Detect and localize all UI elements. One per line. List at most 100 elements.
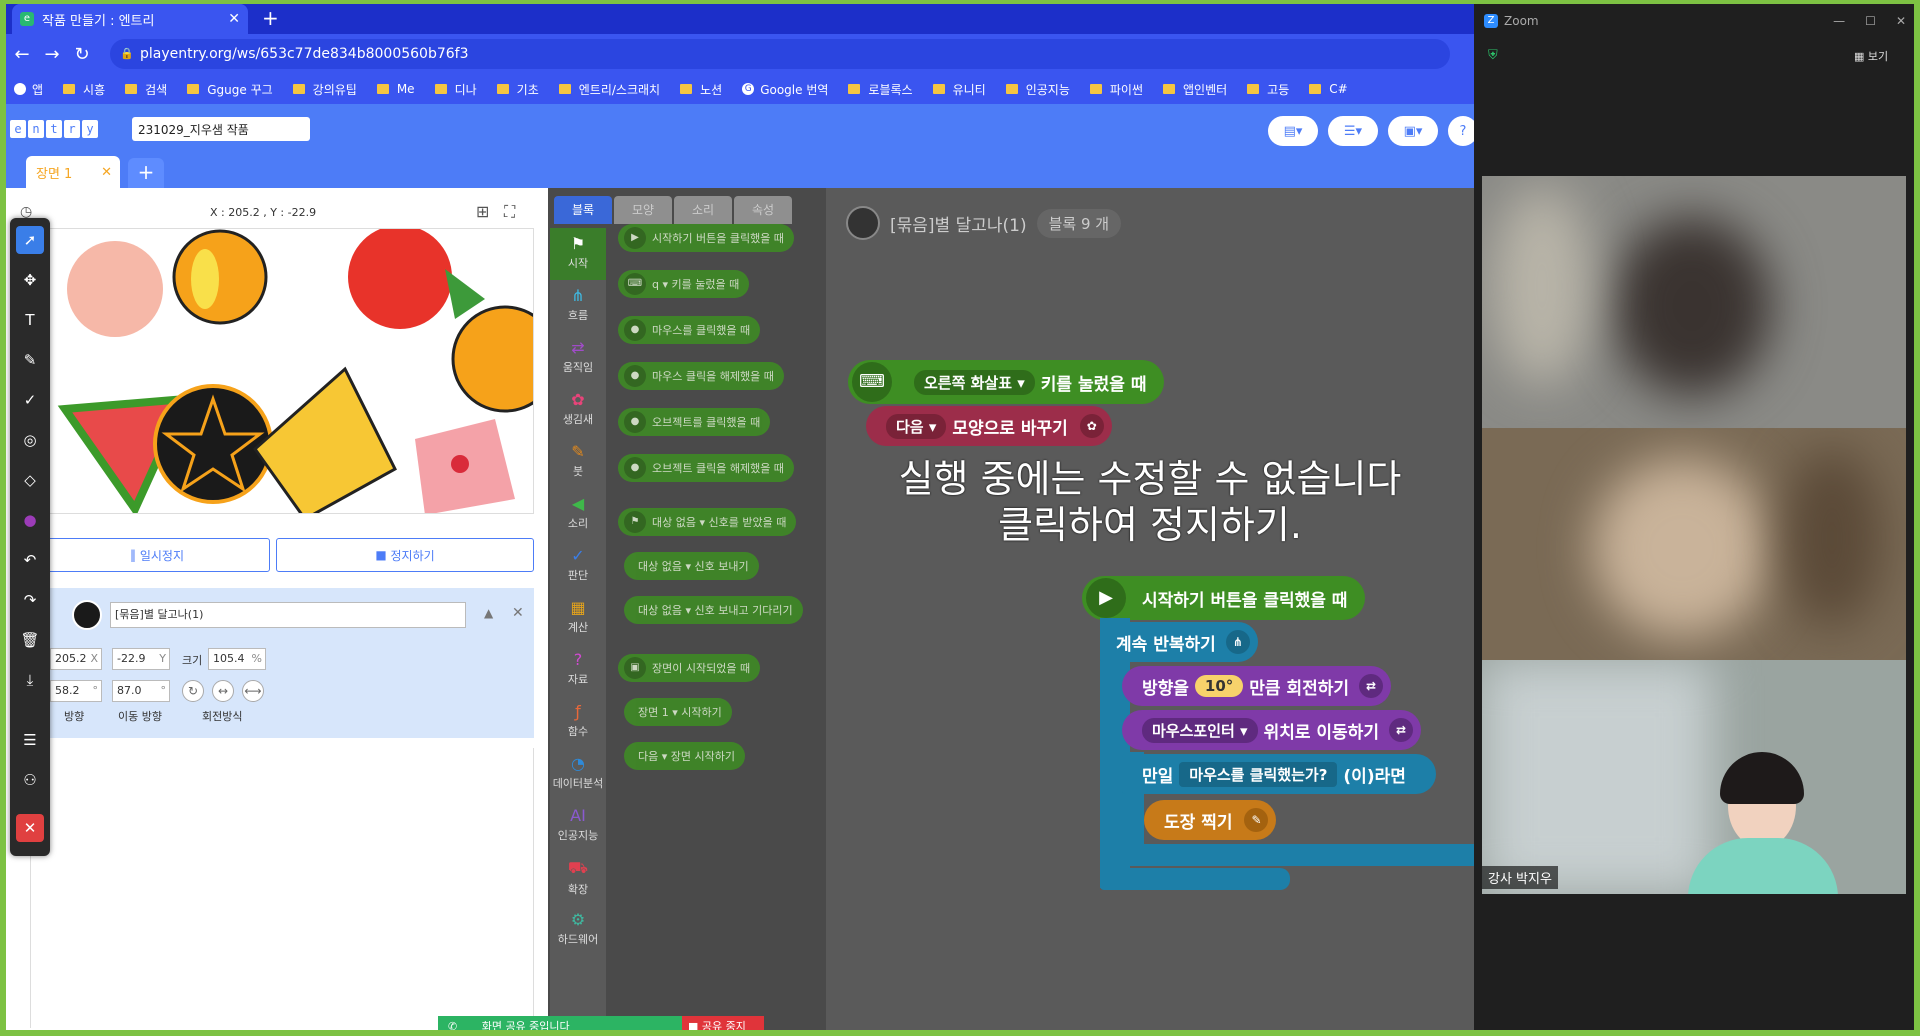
palette-tab[interactable]: 블록 <box>554 196 612 224</box>
close-scene-icon[interactable]: ✕ <box>101 165 112 180</box>
bookmark-item[interactable]: 인공지능 <box>1005 81 1070 98</box>
category-9[interactable]: ƒ 함수 <box>550 696 606 748</box>
bookmark-item[interactable]: 앱인벤터 <box>1163 81 1227 98</box>
project-name-input[interactable] <box>132 117 310 141</box>
delete-object-icon[interactable]: ✕ <box>512 605 524 621</box>
palette-block[interactable]: 대상 없음 ▾ 신호 보내기 <box>624 552 759 580</box>
help-button[interactable]: ? <box>1448 116 1474 146</box>
rotate-none-icon[interactable]: ⟷ <box>242 680 264 702</box>
palette-block[interactable]: ● 마우스를 클릭했을 때 <box>618 316 761 344</box>
category-8[interactable]: ? 자료 <box>550 644 606 696</box>
key-dropdown[interactable]: 오른쪽 화살표 ▾ <box>914 369 1035 395</box>
bookmark-item[interactable]: 기초 <box>496 81 539 98</box>
maximize-icon[interactable]: ☐ <box>1865 14 1876 28</box>
palette-block[interactable]: ▶ 시작하기 버튼을 클릭했을 때 <box>618 224 794 252</box>
check-tool-icon[interactable]: ✓ <box>16 386 44 414</box>
category-4[interactable]: ✎ 붓 <box>550 436 606 488</box>
category-5[interactable]: ◀ 소리 <box>550 488 606 540</box>
repeat-block[interactable]: 계속 반복하기 ⋔ <box>1100 622 1258 662</box>
back-arrow-icon[interactable]: ← <box>14 44 30 65</box>
object-name-field[interactable]: [묶음]별 달고나(1) <box>110 602 466 628</box>
menu-button[interactable]: ☰▾ <box>1328 116 1378 146</box>
running-overlay[interactable]: 실행 중에는 수정할 수 없습니다 클릭하여 정지하기. <box>826 456 1474 548</box>
rotate-horizontal-icon[interactable]: ↔ <box>212 680 234 702</box>
palette-block[interactable]: 장면 1 ▾ 시작하기 <box>624 698 732 726</box>
eraser-tool-icon[interactable]: ◇ <box>16 466 44 494</box>
bookmark-item[interactable]: Gguge 꾸그 <box>187 81 273 98</box>
palette-block[interactable]: ● 오브젝트를 클릭했을 때 <box>618 408 771 436</box>
pen-tool-icon[interactable]: ✎ <box>16 346 44 374</box>
close-window-icon[interactable]: ✕ <box>1896 14 1906 28</box>
pointer-tool-icon[interactable]: ➚ <box>16 226 44 254</box>
bookmark-item[interactable]: G Google 번역 <box>742 81 828 98</box>
palette-block[interactable]: ● 마우스 클릭을 해제했을 때 <box>618 362 784 390</box>
shape-dropdown[interactable]: 다음 ▾ <box>886 413 947 439</box>
x-field[interactable]: 205.2 X <box>50 648 102 670</box>
bookmark-item[interactable]: 검색 <box>125 81 167 98</box>
scene-tab[interactable]: 장면 1 ✕ <box>26 156 120 188</box>
object-thumbnail[interactable] <box>72 600 102 630</box>
bookmark-item[interactable]: Me <box>376 82 415 96</box>
bookmark-item[interactable]: 엔트리/스크래치 <box>558 81 660 98</box>
category-10[interactable]: ◔ 데이터분석 <box>550 748 606 800</box>
size-field[interactable]: 105.4 % <box>208 648 266 670</box>
category-7[interactable]: ▦ 계산 <box>550 592 606 644</box>
key-event-block[interactable]: ⌨ 오른쪽 화살표 ▾ 키를 눌렀을 때 <box>848 360 1165 404</box>
move-to-block[interactable]: 마우스포인터 ▾ 위치로 이동하기 ⇄ <box>1122 710 1421 750</box>
grid-icon[interactable]: ⊞ <box>476 202 489 221</box>
stop-share-button[interactable]: ■ 공유 중지 <box>682 1016 764 1036</box>
text-tool-icon[interactable]: T <box>16 306 44 334</box>
palette-block[interactable]: ● 오브젝트 클릭을 해제했을 때 <box>618 454 794 482</box>
url-field[interactable]: 🔒 playentry.org/ws/653c77de834b8000560b76… <box>110 39 1450 69</box>
direction-field[interactable]: 58.2 ° <box>50 680 102 702</box>
video-tile-2[interactable] <box>1482 428 1906 660</box>
category-13[interactable]: ⚙ 하드웨어 <box>550 904 606 956</box>
bookmark-item[interactable]: 로블록스 <box>848 81 913 98</box>
category-3[interactable]: ✿ 생김새 <box>550 384 606 436</box>
palette-block[interactable]: ⌨ q ▾ 키를 눌렀을 때 <box>618 270 750 298</box>
if-block[interactable]: 만일 마우스를 클릭했는가? (이)라면 <box>1122 754 1436 794</box>
palette-block[interactable]: ▣ 장면이 시작되었을 때 <box>618 654 761 682</box>
bookmark-item[interactable]: 유니티 <box>932 81 986 98</box>
move-tool-icon[interactable]: ✥ <box>16 266 44 294</box>
palette-block[interactable]: 다음 ▾ 장면 시작하기 <box>624 742 745 770</box>
category-12[interactable]: ⛟ 확장 <box>550 852 606 904</box>
shape-change-block[interactable]: 다음 ▾ 모양으로 바꾸기 ✿ <box>866 406 1112 446</box>
spotlight-tool-icon[interactable]: ◎ <box>16 426 44 454</box>
if-condition[interactable]: 마우스를 클릭했는가? <box>1179 761 1338 787</box>
video-tile-3[interactable] <box>1482 660 1906 894</box>
save-button[interactable]: ▣▾ <box>1388 116 1438 146</box>
category-2[interactable]: ⇄ 움직임 <box>550 332 606 384</box>
palette-tab[interactable]: 소리 <box>674 196 732 224</box>
close-toolbar-icon[interactable]: ✕ <box>16 814 44 842</box>
pause-button[interactable]: ‖ 일시정지 <box>44 538 270 572</box>
video-tile-1[interactable] <box>1482 176 1906 428</box>
bookmark-item[interactable]: 파이썬 <box>1089 81 1143 98</box>
bookmark-item[interactable]: 시흥 <box>63 81 105 98</box>
bookmark-item[interactable]: 디나 <box>434 81 477 98</box>
bookmark-item[interactable]: 앱 <box>14 81 43 98</box>
fullscreen-icon[interactable]: ⛶ <box>504 202 515 222</box>
stage-canvas[interactable] <box>44 228 534 514</box>
color-picker-icon[interactable]: ● <box>16 506 44 534</box>
redo-icon[interactable]: ↷ <box>16 586 44 614</box>
rotate-value[interactable]: 10° <box>1194 675 1244 697</box>
y-field[interactable]: -22.9 Y <box>112 648 170 670</box>
entry-logo[interactable]: entry <box>10 120 98 138</box>
undo-icon[interactable]: ↶ <box>16 546 44 574</box>
rotate-free-icon[interactable]: ↻ <box>182 680 204 702</box>
palette-block[interactable]: ⚑ 대상 없음 ▾ 신호를 받았을 때 <box>618 508 797 536</box>
category-1[interactable]: ⋔ 흐름 <box>550 280 606 332</box>
bookmark-item[interactable]: 강의유팁 <box>292 81 357 98</box>
close-tab-icon[interactable]: ✕ <box>228 11 240 27</box>
browser-tab[interactable]: e 작품 만들기 : 엔트리 ✕ <box>12 4 248 34</box>
palette-block[interactable]: 대상 없음 ▾ 신호 보내고 기다리기 <box>624 596 803 624</box>
minimize-icon[interactable]: — <box>1833 14 1845 28</box>
add-scene-button[interactable]: + <box>128 158 164 188</box>
stop-button[interactable]: ■ 정지하기 <box>276 538 534 572</box>
rotate-block[interactable]: 방향을 10° 만큼 회전하기 ⇄ <box>1122 666 1392 706</box>
collapse-up-icon[interactable]: ▲ <box>484 606 493 620</box>
category-6[interactable]: ✓ 판단 <box>550 540 606 592</box>
palette-tab[interactable]: 모양 <box>614 196 672 224</box>
palette-tab[interactable]: 속성 <box>734 196 792 224</box>
